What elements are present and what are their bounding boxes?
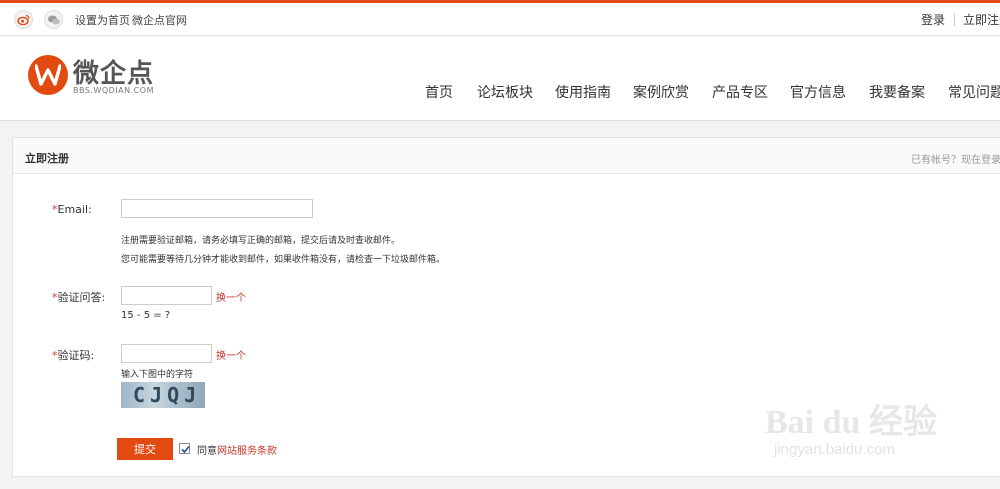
logo-text[interactable]: 微企点 <box>73 53 154 90</box>
email-label: *Email: <box>52 203 92 216</box>
captcha-image[interactable]: CJQJ <box>121 382 205 408</box>
nav-user-guide[interactable]: 使用指南 <box>555 82 611 102</box>
checkmark-icon <box>181 445 190 454</box>
weibo-icon[interactable] <box>14 10 33 29</box>
panel-title: 立即注册 <box>25 152 69 165</box>
verify-answer-field[interactable] <box>121 286 212 305</box>
topbar-divider <box>954 13 955 26</box>
captcha-hint: 输入下图中的字符 <box>121 370 194 380</box>
nav-home[interactable]: 首页 <box>425 82 453 102</box>
logo-icon[interactable] <box>28 55 68 95</box>
email-hint-1: 注册需要验证邮箱，请务必填写正确的邮箱，提交后请及时查收邮件。 <box>121 236 401 246</box>
top-bar: 设置为首页 微企点官网 登录 立即注册 <box>0 3 1000 36</box>
submit-button[interactable]: 提交 <box>117 438 173 460</box>
panel-header: 立即注册 已有帐号？现在登录 <box>13 138 1000 174</box>
email-hint-2: 您可能需要等待几分钟才能收到邮件，如果收件箱没有，请检查一下垃圾邮件箱。 <box>121 255 446 265</box>
refresh-captcha-link[interactable]: 换一个 <box>216 347 246 362</box>
wechat-icon[interactable] <box>44 10 63 29</box>
nav-products[interactable]: 产品专区 <box>712 82 768 102</box>
agree-checkbox[interactable] <box>179 443 190 454</box>
refresh-question-link[interactable]: 换一个 <box>216 289 246 304</box>
email-field[interactable] <box>121 199 313 218</box>
nav-faq[interactable]: 常见问题 <box>948 82 1000 102</box>
site-header: 微企点 BBS.WQDIAN.COM 首页 论坛板块 使用指南 案例欣赏 产品专… <box>0 37 1000 121</box>
captcha-label: *验证码: <box>52 349 95 362</box>
agree-text: 同意网站服务条款 <box>197 446 277 457</box>
logo-domain: BBS.WQDIAN.COM <box>73 86 154 95</box>
terms-of-service-link[interactable]: 网站服务条款 <box>217 446 277 457</box>
nav-case-gallery[interactable]: 案例欣赏 <box>633 82 689 102</box>
register-link[interactable]: 立即注册 <box>963 11 1000 28</box>
official-site-link[interactable]: 微企点官网 <box>132 12 187 28</box>
watermark-url: jingyan.baidu.com <box>774 441 895 458</box>
login-link[interactable]: 登录 <box>921 11 945 28</box>
question-text: 15 - 5 = ? <box>121 310 171 321</box>
nav-filing[interactable]: 我要备案 <box>869 82 925 102</box>
existing-account-login-link[interactable]: 已有帐号？现在登录 <box>911 151 1000 166</box>
nav-official-info[interactable]: 官方信息 <box>790 82 846 102</box>
question-label: *验证问答: <box>52 291 106 304</box>
watermark-brand: Bai du 经验 <box>765 404 937 441</box>
set-homepage-link[interactable]: 设置为首页 <box>75 12 130 28</box>
captcha-field[interactable] <box>121 344 212 363</box>
captcha-image-text: CJQJ <box>133 383 202 407</box>
nav-forum-boards[interactable]: 论坛板块 <box>477 82 533 102</box>
